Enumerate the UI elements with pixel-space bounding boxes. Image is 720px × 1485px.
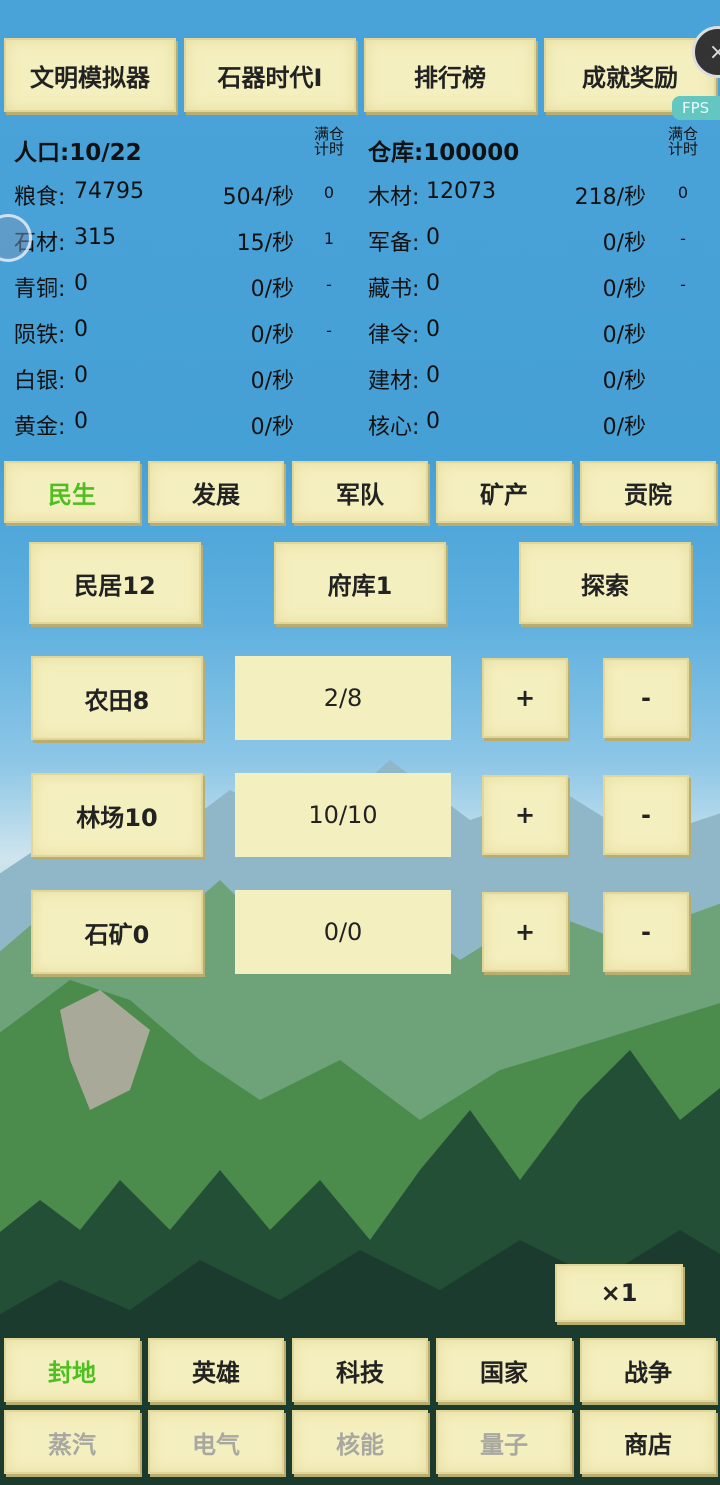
stone-mine-plus-button[interactable]: + (482, 892, 568, 972)
lumberyard-workers-display: 10/10 (235, 773, 451, 857)
resource-name: 建材: (368, 369, 420, 394)
warehouse-value: 100000 (423, 140, 520, 166)
resource-name: 军备: (368, 231, 420, 256)
resource-amount: 0 (74, 409, 88, 434)
resource-rate: 0/秒 (602, 415, 646, 440)
resource-rate: 0/秒 (602, 231, 646, 256)
resource-rate: 0/秒 (250, 277, 294, 302)
nav-quantum[interactable]: 量子 (436, 1410, 572, 1474)
nav-technology[interactable]: 科技 (292, 1338, 428, 1402)
nav-electric[interactable]: 电气 (148, 1410, 284, 1474)
nav-stone-age[interactable]: 石器时代Ⅰ (184, 38, 356, 112)
tab-livelihood[interactable]: 民生 (4, 461, 140, 523)
explore-button[interactable]: 探索 (519, 542, 691, 624)
resource-timer: - (680, 229, 686, 248)
resource-name: 粮食: (14, 185, 66, 210)
stone-mine-minus-button[interactable]: - (603, 892, 689, 972)
resource-rate: 0/秒 (250, 369, 294, 394)
resource-amount: 74795 (74, 179, 144, 204)
resource-timer: - (326, 275, 332, 294)
resource-rate: 504/秒 (222, 185, 294, 210)
resource-rate: 0/秒 (602, 323, 646, 348)
farmland-plus-button[interactable]: + (482, 658, 568, 738)
resource-name: 律令: (368, 323, 420, 348)
farmland-label: 农田8 (31, 656, 203, 740)
resource-amount: 0 (74, 363, 88, 388)
resource-panel-right: 仓库:100000 满仓计时 木材: 12073 218/秒 0 军备: 0 0… (360, 125, 720, 445)
resource-amount: 12073 (426, 179, 496, 204)
nav-steam[interactable]: 蒸汽 (4, 1410, 140, 1474)
resource-amount: 0 (74, 317, 88, 342)
resource-amount: 315 (74, 225, 116, 250)
resource-timer: 0 (323, 183, 335, 202)
resource-amount: 0 (426, 225, 440, 250)
nav-nuclear[interactable]: 核能 (292, 1410, 428, 1474)
nav-war[interactable]: 战争 (580, 1338, 716, 1402)
resource-rate: 218/秒 (574, 185, 646, 210)
resource-timer: - (326, 321, 332, 340)
resource-amount: 0 (426, 271, 440, 296)
fps-indicator: FPS (672, 96, 720, 120)
resource-rate: 15/秒 (236, 231, 294, 256)
resource-timer: 0 (677, 183, 689, 202)
resource-rate: 0/秒 (250, 415, 294, 440)
nav-shop[interactable]: 商店 (580, 1410, 716, 1474)
nav-civilization-simulator[interactable]: 文明模拟器 (4, 38, 176, 112)
population-value: 10/22 (69, 140, 142, 166)
farmland-minus-button[interactable]: - (603, 658, 689, 738)
resource-amount: 0 (426, 363, 440, 388)
resource-name: 木材: (368, 185, 420, 210)
building-residence-button[interactable]: 民居12 (29, 542, 201, 624)
population-label: 人口: (14, 140, 70, 166)
resource-amount: 0 (426, 409, 440, 434)
resource-amount: 0 (426, 317, 440, 342)
lumberyard-minus-button[interactable]: - (603, 775, 689, 855)
tab-academy[interactable]: 贡院 (580, 461, 716, 523)
stone-mine-label: 石矿0 (31, 890, 203, 974)
resource-timer: - (680, 275, 686, 294)
full-storage-timer-header: 满仓计时 (313, 125, 344, 158)
nav-nation[interactable]: 国家 (436, 1338, 572, 1402)
lumberyard-label: 林场10 (31, 773, 203, 857)
tab-development[interactable]: 发展 (148, 461, 284, 523)
resource-name: 陨铁: (14, 323, 66, 348)
resource-name: 核心: (368, 415, 420, 440)
warehouse-label: 仓库: (368, 140, 424, 166)
resource-name: 白银: (14, 369, 66, 394)
resource-timer: 1 (323, 229, 335, 248)
building-treasury-button[interactable]: 府库1 (274, 542, 446, 624)
full-storage-timer-header: 满仓计时 (667, 125, 698, 158)
farmland-workers-display: 2/8 (235, 656, 451, 740)
resource-panel-left: 人口:10/22 满仓计时 粮食: 74795 504/秒 0 石材: 315 … (0, 125, 360, 445)
resource-name: 青铜: (14, 277, 66, 302)
resource-amount: 0 (74, 271, 88, 296)
tab-army[interactable]: 军队 (292, 461, 428, 523)
nav-fief[interactable]: 封地 (4, 1338, 140, 1402)
lumberyard-plus-button[interactable]: + (482, 775, 568, 855)
resource-rate: 0/秒 (602, 277, 646, 302)
tab-minerals[interactable]: 矿产 (436, 461, 572, 523)
nav-heroes[interactable]: 英雄 (148, 1338, 284, 1402)
resource-name: 黄金: (14, 415, 66, 440)
resource-name: 藏书: (368, 277, 420, 302)
resource-rate: 0/秒 (250, 323, 294, 348)
speed-multiplier-button[interactable]: ×1 (555, 1264, 683, 1322)
resource-rate: 0/秒 (602, 369, 646, 394)
nav-leaderboard[interactable]: 排行榜 (364, 38, 536, 112)
stone-mine-workers-display: 0/0 (235, 890, 451, 974)
